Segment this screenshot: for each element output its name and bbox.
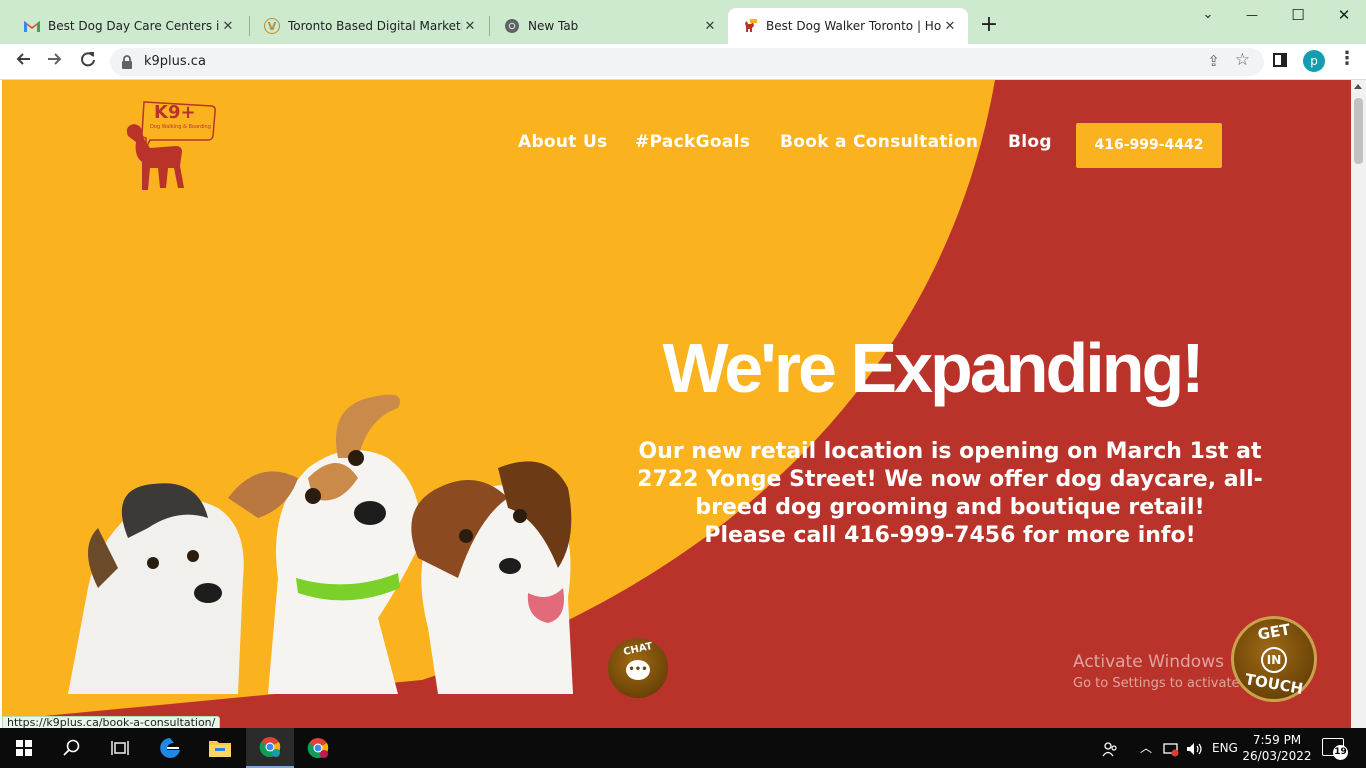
side-panel-icon[interactable]: [1273, 53, 1287, 67]
edge-browser-icon[interactable]: [146, 728, 194, 768]
nav-about-us[interactable]: About Us: [518, 132, 607, 152]
hero-subtext-line: 2722 Yonge Street! We now offer dog dayc…: [637, 467, 1263, 492]
hero-subtext-line: Please call 416-999-7456 for more info!: [704, 523, 1196, 548]
lock-icon[interactable]: [122, 54, 132, 69]
hero-subtext-line: Our new retail location is opening on Ma…: [638, 439, 1262, 464]
people-icon[interactable]: [1102, 728, 1118, 768]
browser-toolbar: k9plus.ca ⇪ ☆: [0, 44, 1366, 80]
nav-blog[interactable]: Blog: [1008, 132, 1052, 152]
hero-headline: We're Expanding!: [662, 329, 1204, 407]
tray-chevron-up-icon[interactable]: ︿: [1140, 728, 1152, 768]
tab-k9plus-active[interactable]: Best Dog Walker Toronto | Home ✕: [728, 8, 968, 44]
new-tab-button[interactable]: +: [978, 12, 1000, 40]
gmail-icon: [24, 18, 40, 34]
dog-middle: [228, 394, 420, 694]
tab-title: Toronto Based Digital Marketing: [288, 19, 462, 33]
dog-left: [68, 483, 244, 694]
get-in-touch-button[interactable]: GET IN TOUCH: [1231, 616, 1317, 702]
notification-count: 19: [1333, 745, 1348, 760]
browser-tab-strip: Best Dog Day Care Centers in Tor ✕ V Tor…: [0, 0, 1366, 44]
back-arrow-icon[interactable]: [10, 49, 36, 75]
tab-title: Best Dog Day Care Centers in Tor: [48, 19, 220, 33]
notifications-icon[interactable]: 19: [1322, 738, 1348, 760]
close-window-button[interactable]: ✕: [1322, 0, 1366, 32]
chrome-taskbar-icon-active[interactable]: [246, 728, 294, 768]
nav-book-consultation[interactable]: Book a Consultation: [780, 132, 978, 152]
task-view-icon[interactable]: [96, 728, 144, 768]
tab-title: New Tab: [528, 19, 579, 33]
logo-text: K9+: [154, 102, 196, 123]
search-icon[interactable]: [48, 728, 96, 768]
chrome-taskbar-icon[interactable]: [294, 728, 342, 768]
address-bar[interactable]: k9plus.ca ⇪ ☆: [110, 48, 1264, 76]
dogs-image: [68, 394, 573, 694]
tab-marketing[interactable]: V Toronto Based Digital Marketing ✕: [250, 8, 488, 44]
menu-kebab-icon[interactable]: ⋮: [1338, 48, 1356, 69]
k9plus-logo[interactable]: K9+ Dog Walking & Boarding: [122, 96, 222, 196]
url-text[interactable]: k9plus.ca: [144, 54, 206, 69]
close-tab-icon[interactable]: ✕: [220, 19, 236, 34]
scrollbar-thumb[interactable]: [1354, 98, 1363, 164]
chat-widget-button[interactable]: CHAT •••: [608, 638, 668, 698]
get-in-touch-middle: IN: [1261, 647, 1287, 673]
webpage-viewport: K9+ Dog Walking & Boarding About Us #Pac…: [2, 80, 1351, 728]
dog-right: [411, 461, 573, 694]
reload-icon[interactable]: [75, 49, 101, 75]
logo-tagline: Dog Walking & Boarding: [150, 124, 211, 130]
hero-subtext-line: breed dog grooming and boutique retail!: [695, 495, 1205, 520]
profile-avatar[interactable]: p: [1303, 50, 1325, 72]
chat-dots-icon: •••: [628, 664, 648, 675]
close-tab-icon[interactable]: ✕: [462, 19, 478, 34]
chrome-icon: [504, 18, 520, 34]
close-tab-icon[interactable]: ✕: [942, 19, 958, 34]
maximize-button[interactable]: ☐: [1276, 0, 1320, 32]
tab-new-tab[interactable]: New Tab ✕: [490, 8, 728, 44]
close-tab-icon[interactable]: ✕: [702, 19, 718, 34]
language-indicator[interactable]: ENG: [1212, 728, 1238, 768]
clock[interactable]: 7:59 PM 26/03/2022: [1242, 732, 1312, 764]
clock-time: 7:59 PM: [1252, 733, 1302, 747]
minimize-button[interactable]: —: [1230, 0, 1274, 32]
page-scrollbar[interactable]: [1351, 80, 1366, 728]
share-icon[interactable]: ⇪: [1207, 52, 1220, 70]
volume-icon[interactable]: [1186, 728, 1204, 768]
nav-packgoals[interactable]: #PackGoals: [635, 132, 750, 152]
tab-search-dropdown-icon[interactable]: ⌄: [1186, 0, 1230, 32]
k9plus-icon: [742, 18, 758, 34]
tab-gmail[interactable]: Best Dog Day Care Centers in Tor ✕: [10, 8, 246, 44]
windows-taskbar: ︿ ENG 7:59 PM 26/03/2022 19: [0, 728, 1366, 768]
windows-start-icon[interactable]: [0, 728, 48, 768]
phone-cta-button[interactable]: 416-999-4442: [1076, 123, 1222, 168]
scroll-up-arrow-icon[interactable]: [1354, 84, 1362, 89]
network-icon[interactable]: [1162, 728, 1180, 768]
clock-date: 26/03/2022: [1242, 749, 1312, 763]
forward-arrow-icon[interactable]: [42, 49, 68, 75]
bookmark-star-icon[interactable]: ☆: [1235, 50, 1250, 70]
marketing-site-icon: V: [264, 18, 280, 34]
tab-title: Best Dog Walker Toronto | Home: [766, 19, 942, 33]
hero-subtext: Our new retail location is opening on Ma…: [622, 438, 1278, 550]
file-explorer-icon[interactable]: [196, 728, 244, 768]
